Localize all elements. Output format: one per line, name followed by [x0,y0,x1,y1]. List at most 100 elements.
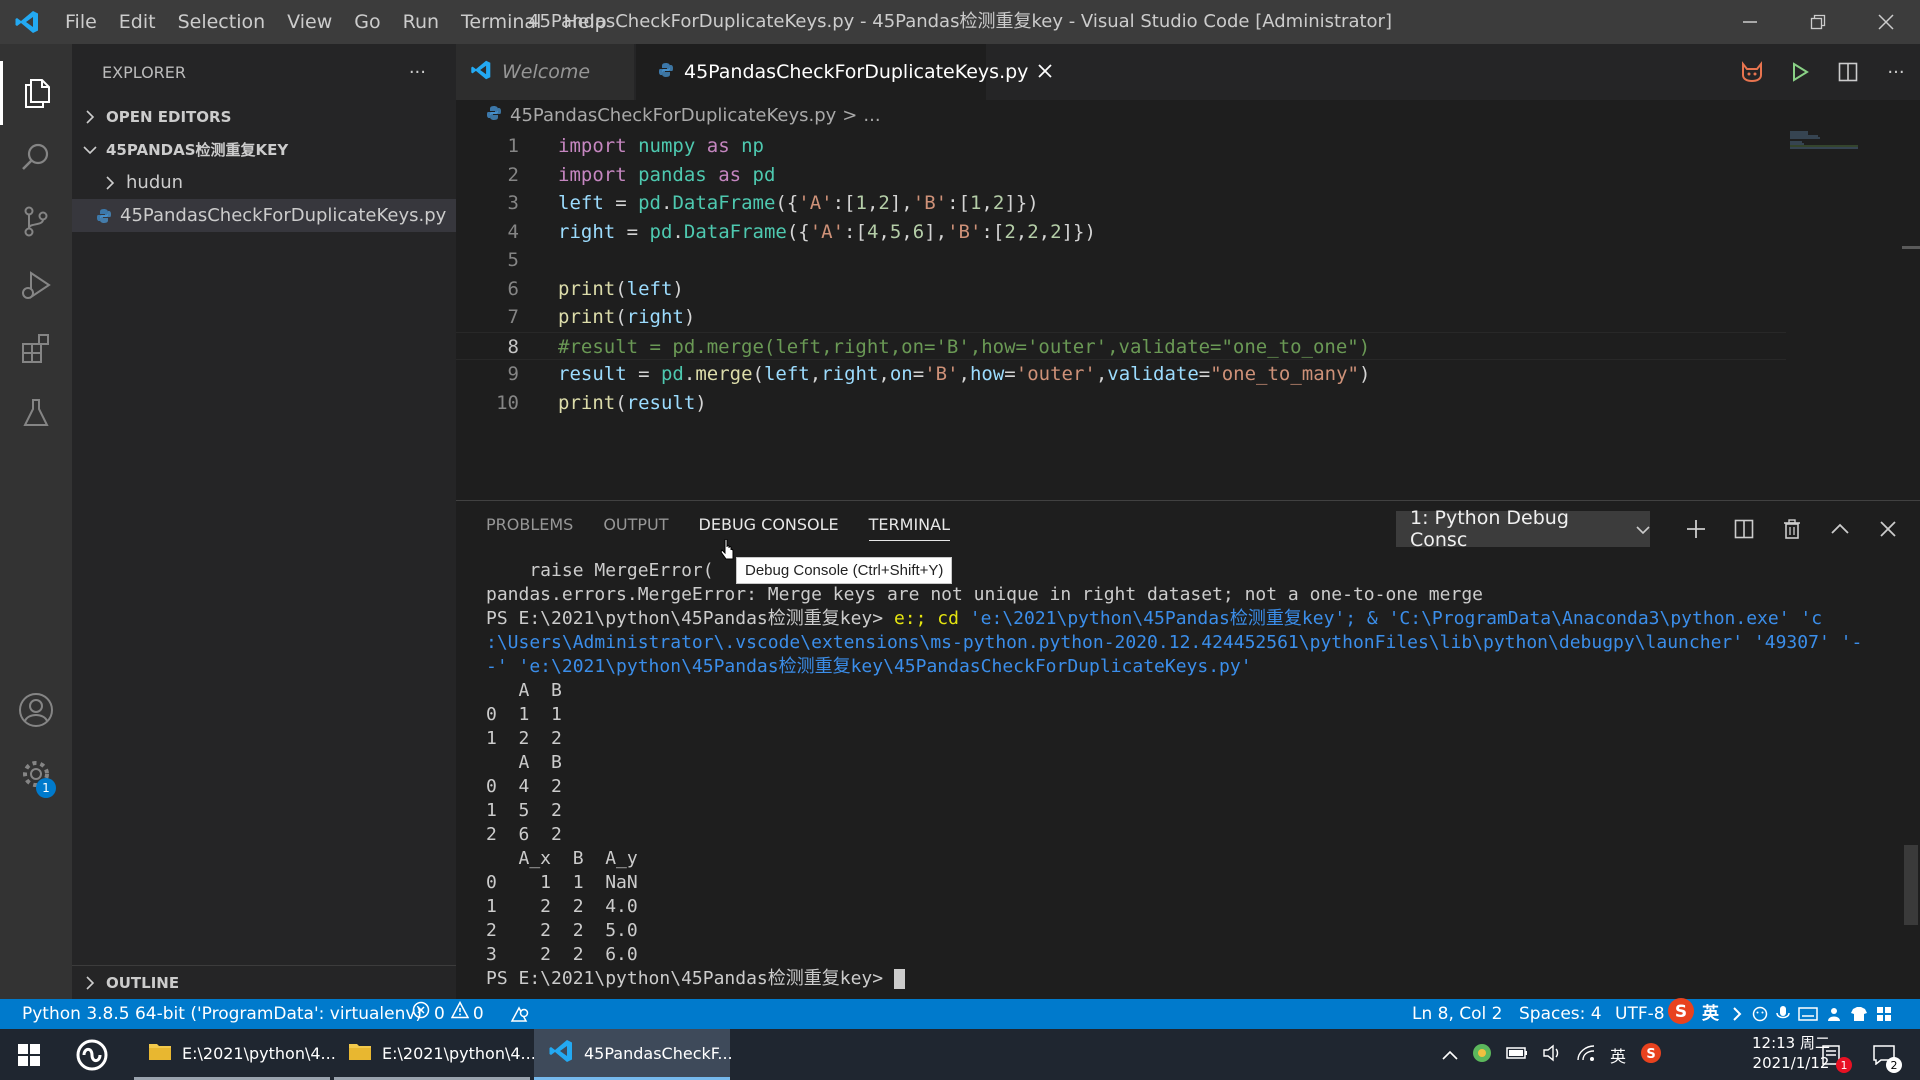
tray-ime-mode[interactable]: 英 [1610,1043,1626,1067]
volume-icon[interactable] [1542,1044,1562,1066]
folder-label: 45PANDAS检测重复KEY [106,141,289,159]
python-file-icon [486,105,502,126]
terminal-line: 1 2 2 [486,728,562,749]
taskbar-vscode[interactable]: 45PandasCheckF... [534,1029,733,1080]
testing-icon[interactable] [0,381,72,445]
python-interpreter[interactable]: Python 3.8.5 64-bit ('ProgramData': virt… [22,999,422,1029]
live-share-icon[interactable] [510,1005,530,1027]
pinned-app-icon[interactable] [66,1029,118,1080]
grid-icon [1877,1007,1891,1021]
terminal-output[interactable]: raise MergeError( pandas.errors.MergeErr… [486,559,1906,991]
emoji-icon [1752,1006,1768,1022]
indentation[interactable]: Spaces: 4 [1519,999,1602,1029]
system-tray: 英 S [1442,1029,1662,1080]
more-actions-icon[interactable]: ··· [409,62,426,83]
account-icon[interactable] [0,678,72,742]
code-text: print(left) [558,277,684,300]
chevron-right-icon [80,975,100,990]
run-file-icon[interactable] [1776,62,1824,82]
terminal-line: -' 'e:\2021\python\45Pandas检测重复key\45Pan… [486,656,1252,677]
tray-app-icon[interactable] [1472,1043,1492,1067]
notifications-icon[interactable]: 1 [1814,1029,1852,1080]
breadcrumb-separator: > [842,104,858,126]
menu-edit[interactable]: Edit [108,0,167,44]
chevron-right-icon [80,109,100,124]
terminal-line: 1 5 2 [486,800,562,821]
more-actions-icon[interactable]: ··· [1872,62,1920,83]
terminal-select-value: 1: Python Debug Consc [1410,507,1569,551]
line-number: 5 [507,249,519,271]
workspace-folder[interactable]: 45PANDAS检测重复KEY [72,133,456,166]
terminal-line: 2 2 2 5.0 [486,920,638,941]
tab-debug-console[interactable]: DEBUG CONSOLE [699,515,839,541]
taskbar-explorer-1[interactable]: E:\2021\python\4... [134,1029,336,1080]
split-editor-icon[interactable] [1824,62,1872,82]
scrollbar-thumb[interactable] [1902,246,1920,249]
taskbar-app-label: E:\2021\python\4... [382,1043,536,1063]
code-editor[interactable]: 1 import numpy as np 2 import pandas as pd… [456,132,1856,492]
explorer-icon[interactable] [0,61,72,125]
menu-go[interactable]: Go [343,0,391,44]
file-item-active[interactable]: 45PandasCheckForDuplicateKeys.py [72,199,456,232]
mouse-pointer-icon [720,538,736,565]
wifi-icon[interactable] [1576,1044,1596,1066]
tab-problems[interactable]: PROBLEMS [486,515,573,541]
minimize-icon[interactable] [1716,0,1784,44]
panel-actions [1672,509,1912,549]
taskbar-explorer-2[interactable]: E:\2021\python\4... [334,1029,536,1080]
terminal-scrollbar[interactable] [1904,845,1918,925]
file-label: 45PandasCheckForDuplicateKeys.py [120,205,447,226]
new-terminal-icon[interactable] [1672,509,1720,549]
menu-run[interactable]: Run [392,0,450,44]
source-control-icon[interactable] [0,189,72,253]
tab-close-icon[interactable] [1038,61,1053,83]
copilot-cat-icon[interactable] [1728,61,1776,83]
tab-terminal[interactable]: TERMINAL [868,515,951,541]
problems-status[interactable]: 0 0 [412,999,484,1029]
restore-icon[interactable] [1784,0,1852,44]
skin-icon [1851,1007,1867,1021]
menu-selection[interactable]: Selection [167,0,277,44]
maximize-panel-icon[interactable] [1816,509,1864,549]
action-center-icon[interactable]: 2 [1864,1029,1904,1080]
search-icon[interactable] [0,125,72,189]
extensions-icon[interactable] [0,317,72,381]
menu-terminal[interactable]: Terminal [450,0,552,44]
code-text: print(right) [558,306,696,328]
menu-file[interactable]: File [54,0,108,44]
outline-label: OUTLINE [106,973,180,992]
encoding[interactable]: UTF-8 [1615,999,1665,1029]
menu-help[interactable]: Help [552,0,617,44]
terminal-select[interactable]: 1: Python Debug Consc [1396,507,1650,551]
tab-output[interactable]: OUTPUT [603,515,668,541]
folder-hudun[interactable]: hudun [72,166,456,199]
close-icon[interactable] [1852,0,1920,44]
split-terminal-icon[interactable] [1720,509,1768,549]
breadcrumb-file[interactable]: 45PandasCheckForDuplicateKeys.py [510,105,836,126]
terminal-line: PS E:\2021\python\45Pandas检测重复key> e:; c… [486,607,1906,631]
chevron-down-icon [80,145,100,155]
terminal-line: PS E:\2021\python\45Pandas检测重复key> [486,967,1906,991]
outline-section[interactable]: OUTLINE [72,965,464,999]
ime-mode[interactable]: 英 [1702,999,1719,1029]
open-editors-section[interactable]: OPEN EDITORS [72,100,456,133]
settings-gear-icon[interactable]: 1 [0,742,72,806]
sogou-tray-icon[interactable]: S [1640,1042,1662,1068]
battery-icon[interactable] [1506,1045,1528,1064]
chevron-up-icon[interactable] [1442,1045,1458,1064]
error-count: 0 [434,1004,445,1024]
windows-start-icon[interactable] [0,1029,58,1080]
cursor-position[interactable]: Ln 8, Col 2 [1412,999,1503,1029]
breadcrumb-rest[interactable]: ... [863,105,880,126]
menu-view[interactable]: View [276,0,343,44]
sidebar-title: EXPLORER [102,62,186,82]
ime-toolbar[interactable] [1730,999,1892,1029]
tab-welcome[interactable]: Welcome [456,44,634,100]
trash-icon[interactable] [1768,509,1816,549]
run-debug-icon[interactable] [0,253,72,317]
tab-python-file[interactable]: 45PandasCheckForDuplicateKeys.py [636,44,1053,100]
panel-tabs: PROBLEMS OUTPUT DEBUG CONSOLE TERMINAL [486,515,980,541]
minimap[interactable] [1788,130,1872,150]
taskbar: E:\2021\python\4... E:\2021\python\4... … [0,1029,1920,1080]
close-panel-icon[interactable] [1864,509,1912,549]
